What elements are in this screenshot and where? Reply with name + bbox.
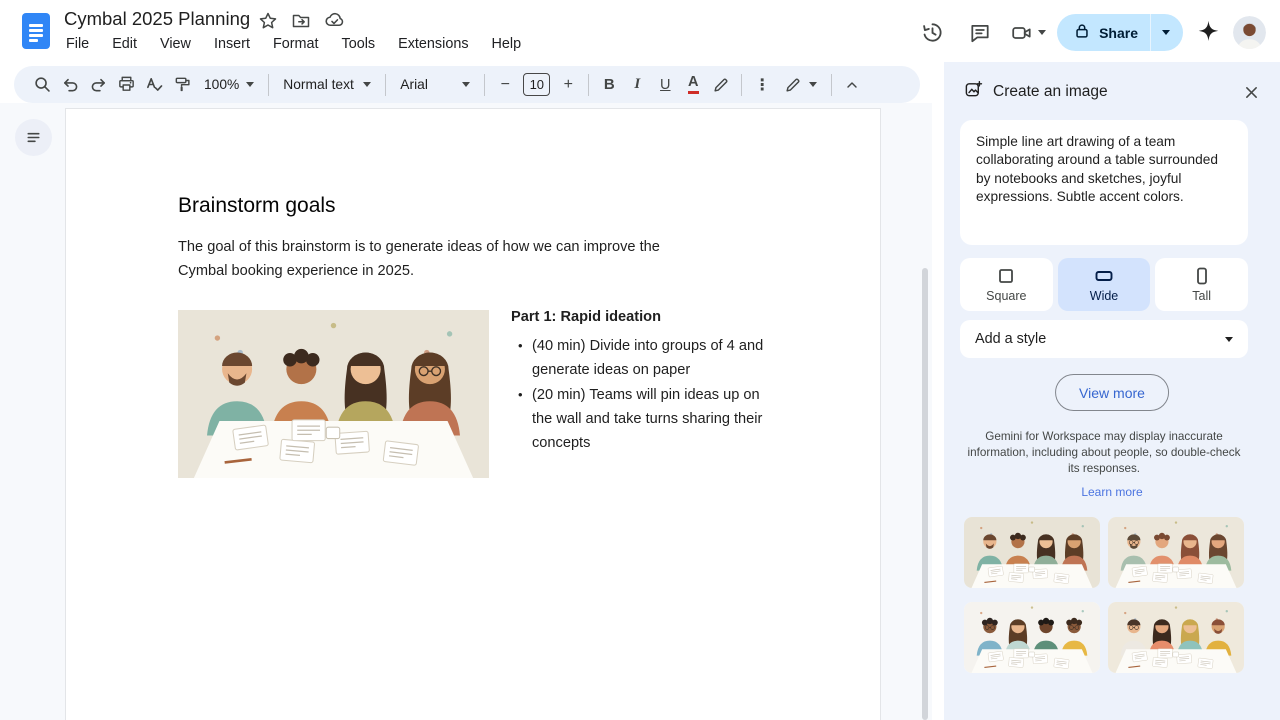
editing-pencil-icon xyxy=(784,76,802,94)
star-icon[interactable] xyxy=(258,11,278,36)
font-caret-icon xyxy=(462,82,470,87)
menu-insert[interactable]: Insert xyxy=(211,34,253,54)
meet-video-call-icon[interactable] xyxy=(1009,15,1047,51)
undo-icon[interactable] xyxy=(56,71,84,99)
menu-file[interactable]: File xyxy=(63,34,92,54)
decrease-font-size-button[interactable]: − xyxy=(491,71,519,99)
google-docs-logo-icon[interactable] xyxy=(22,13,50,49)
doc-part1-title[interactable]: Part 1: Rapid ideation xyxy=(511,309,791,325)
style-dropdown-caret-icon xyxy=(1225,337,1233,342)
more-options-button[interactable]: ⋮ xyxy=(748,71,776,99)
aspect-ratio-group: Square Wide Tall xyxy=(960,258,1248,311)
create-image-icon xyxy=(964,80,983,104)
document-canvas: Brainstorm goals The goal of this brains… xyxy=(0,103,932,720)
document-scrollbar[interactable] xyxy=(922,268,928,720)
view-more-button[interactable]: View more xyxy=(1055,374,1169,411)
format-toolbar: 100% Normal text Arial − 10 + B I U A ⋮ xyxy=(14,66,920,103)
italic-button[interactable]: I xyxy=(623,71,651,99)
text-color-button[interactable]: A xyxy=(679,71,707,99)
generated-images-grid xyxy=(964,517,1244,673)
share-dropdown-button[interactable] xyxy=(1151,30,1183,35)
move-to-folder-icon[interactable] xyxy=(291,11,311,36)
doc-heading[interactable]: Brainstorm goals xyxy=(178,194,336,218)
show-outline-button[interactable] xyxy=(15,119,52,156)
spell-check-icon[interactable] xyxy=(140,71,168,99)
doc-bullet-list: (40 min) Divide into groups of 4 and gen… xyxy=(511,334,783,455)
menu-view[interactable]: View xyxy=(157,34,194,54)
doc-bullet-item[interactable]: (20 min) Teams will pin ideas up on the … xyxy=(511,383,783,456)
learn-more-link[interactable]: Learn more xyxy=(944,485,1280,499)
add-style-select[interactable]: Add a style xyxy=(960,320,1248,358)
image-prompt-input[interactable]: Simple line art drawing of a team collab… xyxy=(960,120,1248,245)
cloud-status-icon[interactable] xyxy=(324,10,345,36)
close-panel-icon[interactable] xyxy=(1238,79,1264,105)
square-aspect-icon xyxy=(997,267,1015,285)
paint-format-icon[interactable] xyxy=(168,71,196,99)
paragraph-style-select[interactable]: Normal text xyxy=(275,71,379,99)
menu-format[interactable]: Format xyxy=(270,34,322,54)
doc-bullet-item[interactable]: (40 min) Divide into groups of 4 and gen… xyxy=(511,334,783,383)
generated-image-thumbnail[interactable] xyxy=(1108,517,1244,588)
generated-image-thumbnail[interactable] xyxy=(964,517,1100,588)
doc-intro-paragraph[interactable]: The goal of this brainstorm is to genera… xyxy=(178,235,712,284)
panel-title: Create an image xyxy=(993,83,1108,101)
font-family-select[interactable]: Arial xyxy=(392,71,478,99)
aspect-square-button[interactable]: Square xyxy=(960,258,1053,311)
share-button-label: Share xyxy=(1099,25,1138,41)
aspect-tall-button[interactable]: Tall xyxy=(1155,258,1248,311)
menu-bar: File Edit View Insert Format Tools Exten… xyxy=(63,34,541,54)
collapse-toolbar-button[interactable] xyxy=(838,71,866,99)
tall-aspect-icon xyxy=(1193,267,1211,285)
redo-icon[interactable] xyxy=(84,71,112,99)
comments-icon[interactable] xyxy=(961,15,999,51)
menu-help[interactable]: Help xyxy=(489,34,525,54)
gemini-disclaimer-text: Gemini for Workspace may display inaccur… xyxy=(966,429,1242,476)
share-button[interactable]: Share xyxy=(1057,14,1183,51)
meet-dropdown-caret-icon[interactable] xyxy=(1038,30,1046,35)
increase-font-size-button[interactable]: + xyxy=(554,71,582,99)
share-lock-icon xyxy=(1073,22,1091,43)
editing-mode-caret-icon xyxy=(809,82,817,87)
font-size-input[interactable]: 10 xyxy=(523,73,550,96)
zoom-caret-icon xyxy=(246,82,254,87)
underline-button[interactable]: U xyxy=(651,71,679,99)
topbar: Cymbal 2025 Planning File Edit View Inse… xyxy=(0,0,1280,62)
create-image-panel: Create an image Simple line art drawing … xyxy=(944,62,1280,720)
menu-tools[interactable]: Tools xyxy=(339,34,379,54)
gemini-sparkle-icon[interactable] xyxy=(1193,15,1223,51)
generated-image-thumbnail[interactable] xyxy=(1108,602,1244,673)
document-title[interactable]: Cymbal 2025 Planning xyxy=(64,8,250,30)
account-avatar[interactable] xyxy=(1233,16,1266,49)
generated-image-thumbnail[interactable] xyxy=(964,602,1100,673)
doc-inline-image[interactable] xyxy=(178,310,489,478)
wide-aspect-icon xyxy=(1095,267,1113,285)
document-page[interactable]: Brainstorm goals The goal of this brains… xyxy=(65,108,881,720)
bold-button[interactable]: B xyxy=(595,71,623,99)
menu-extensions[interactable]: Extensions xyxy=(395,34,471,54)
search-menus-icon[interactable] xyxy=(28,71,56,99)
highlight-pen-icon[interactable] xyxy=(707,71,735,99)
editing-mode-select[interactable] xyxy=(776,71,825,99)
menu-edit[interactable]: Edit xyxy=(109,34,140,54)
style-caret-icon xyxy=(363,82,371,87)
print-icon[interactable] xyxy=(112,71,140,99)
google-docs-app: Cymbal 2025 Planning File Edit View Inse… xyxy=(0,0,1280,720)
zoom-select[interactable]: 100% xyxy=(196,71,262,99)
aspect-wide-button[interactable]: Wide xyxy=(1058,258,1151,311)
version-history-icon[interactable] xyxy=(913,15,951,51)
